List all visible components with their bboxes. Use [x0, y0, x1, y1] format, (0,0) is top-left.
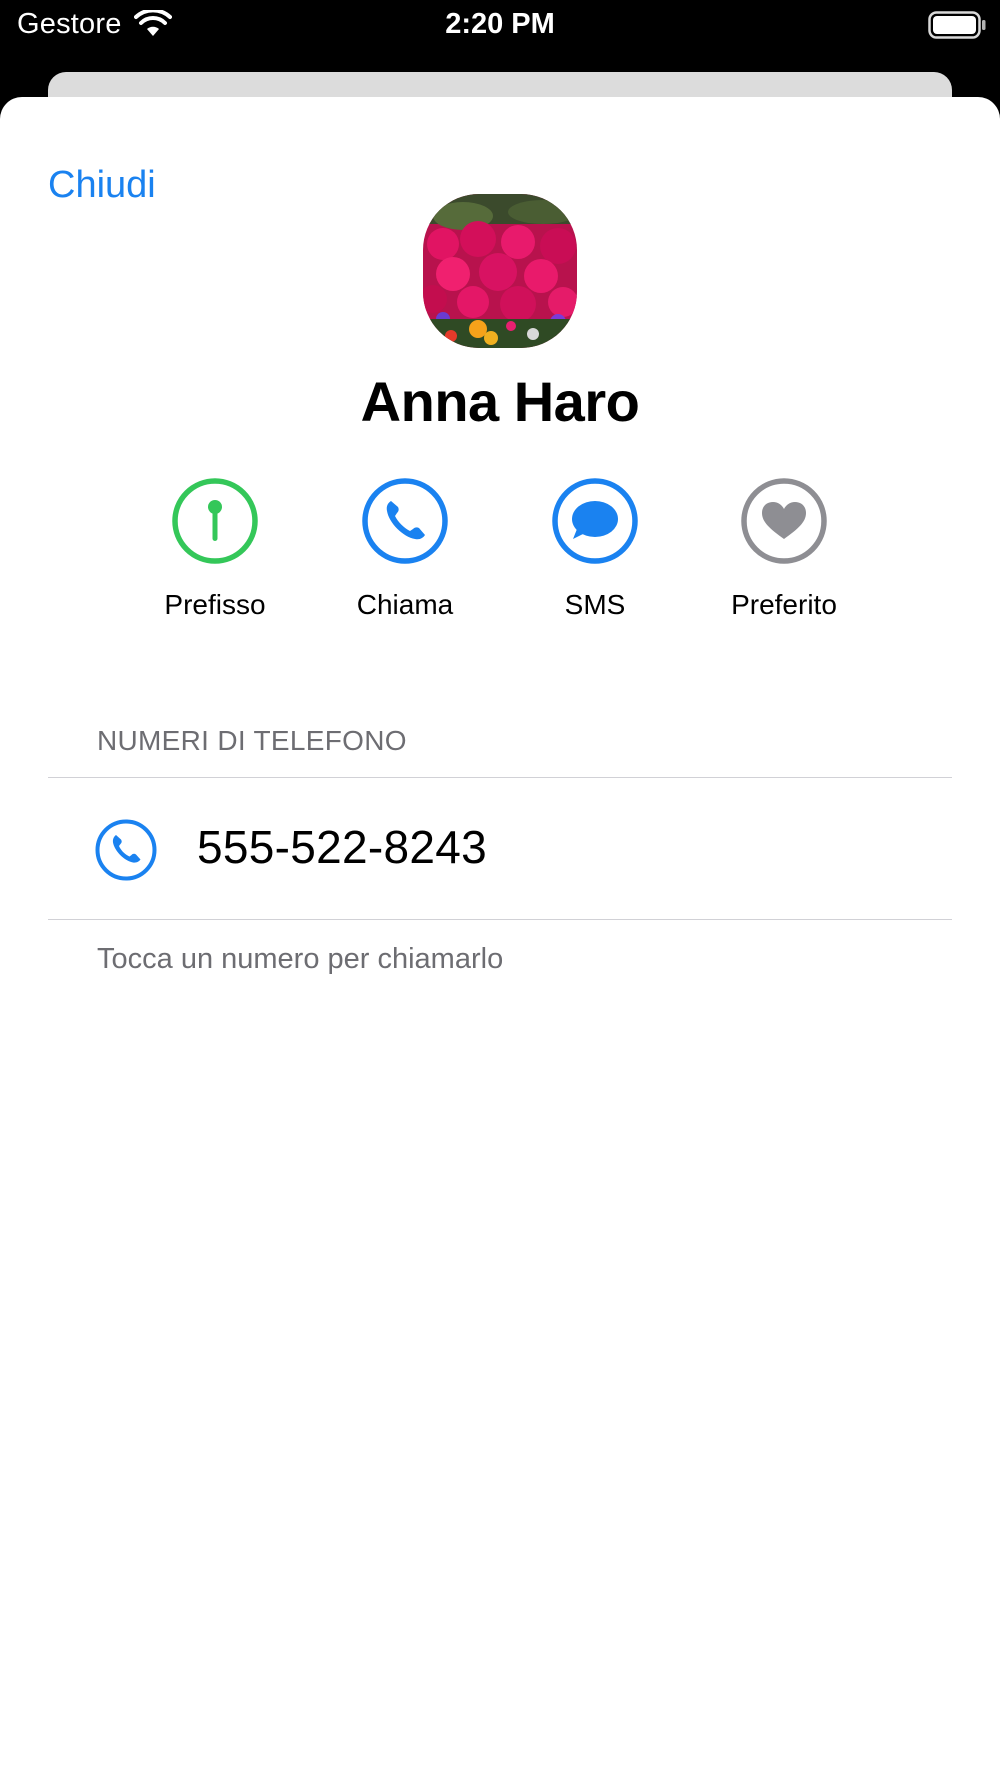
flower-photo-image	[423, 194, 577, 348]
phone-row[interactable]: 555-522-8243	[48, 778, 952, 921]
call-label: Chiama	[356, 589, 454, 620]
divider	[48, 919, 952, 920]
phone-section-header: NUMERI DI TELEFONO	[97, 725, 407, 756]
favorite-button[interactable]: Preferito	[704, 477, 864, 627]
battery-icon	[928, 11, 986, 39]
phone-number: 555-522-8243	[197, 821, 488, 873]
phone-icon	[95, 819, 157, 881]
contact-sheet: Chiudi Anna Haro Prefisso Chiama SMS Pre…	[0, 97, 1000, 1778]
favorite-label: Preferito	[731, 589, 837, 620]
sms-label: SMS	[564, 589, 626, 620]
pin-icon	[172, 478, 258, 564]
sms-button[interactable]: SMS	[515, 477, 675, 627]
clock: 2:20 PM	[445, 8, 555, 40]
message-icon	[552, 478, 638, 564]
action-row: Prefisso Chiama SMS Preferito	[0, 477, 1000, 627]
close-button[interactable]: Chiudi	[48, 164, 156, 207]
call-button[interactable]: Chiama	[325, 477, 485, 627]
avatar	[423, 194, 577, 348]
prefix-button[interactable]: Prefisso	[135, 477, 295, 627]
prefix-label: Prefisso	[164, 589, 266, 620]
heart-icon	[741, 478, 827, 564]
phone-icon	[362, 478, 448, 564]
contact-name: Anna Haro	[360, 370, 640, 433]
status-bar: Gestore 2:20 PM	[0, 0, 1000, 52]
phone-section-footer: Tocca un numero per chiamarlo	[97, 943, 504, 975]
